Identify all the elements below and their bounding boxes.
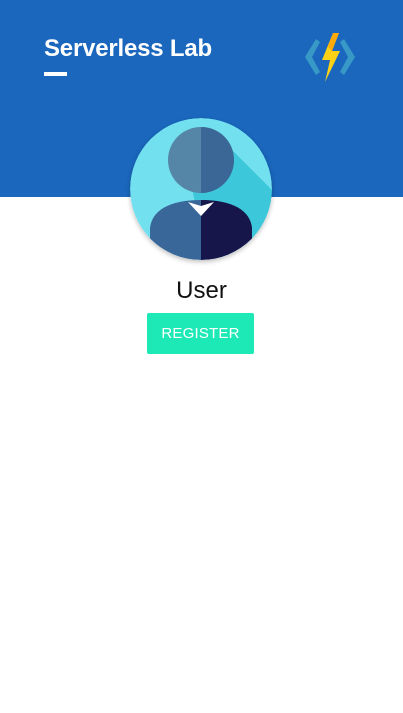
app-title: Serverless Lab bbox=[44, 35, 212, 62]
username-label: User bbox=[176, 277, 227, 304]
register-button[interactable]: REGISTER bbox=[147, 313, 254, 354]
title-underline bbox=[44, 72, 67, 76]
user-avatar-icon bbox=[130, 118, 272, 260]
azure-functions-logo-icon bbox=[305, 33, 355, 82]
app-root: Serverless Lab User REGISTER bbox=[0, 0, 403, 713]
